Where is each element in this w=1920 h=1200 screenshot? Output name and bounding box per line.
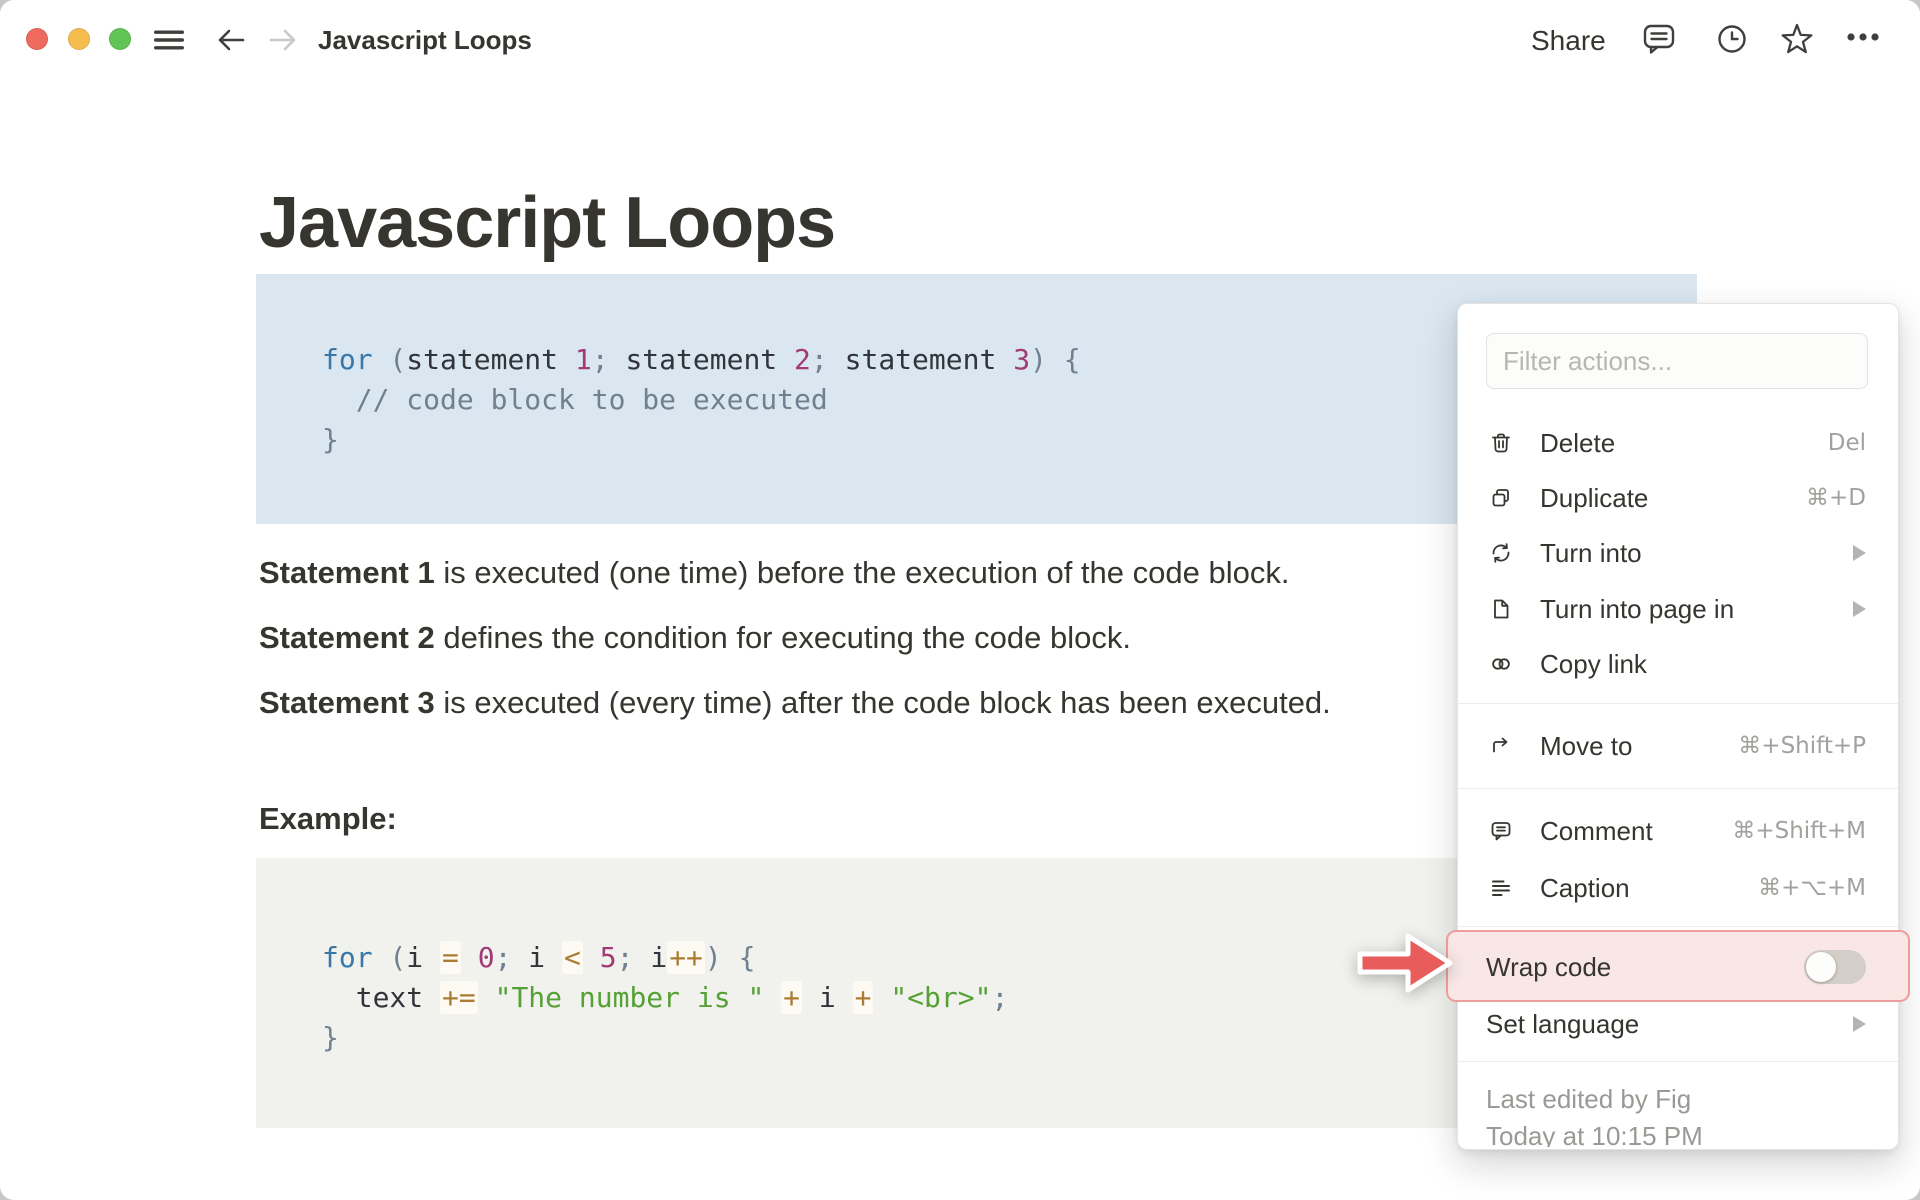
menu-item-label: Caption [1540,872,1630,903]
submenu-arrow-icon [1853,545,1866,561]
move-to-icon [1488,733,1514,759]
comment-bubble-icon[interactable] [1641,21,1677,57]
menu-separator [1458,703,1898,704]
paragraph-statement-3: Statement 3 is executed (every time) aft… [259,684,1331,722]
submenu-arrow-icon [1853,1016,1866,1032]
last-edited-time: Today at 10:15 PM [1486,1121,1703,1147]
close-button[interactable] [26,28,48,50]
paragraph-statement-1: Statement 1 is executed (one time) befor… [259,554,1289,592]
page-icon [1488,596,1514,622]
paragraph-rest: is executed (every time) after the code … [434,685,1331,720]
comment-icon [1488,818,1514,844]
menu-item-copy-link[interactable]: Copy link [1458,642,1898,686]
menu-item-move-to[interactable]: Move to ⌘+Shift+P [1458,724,1898,768]
window-title: Javascript Loops [318,25,532,55]
menu-item-label: Duplicate [1540,482,1649,513]
forward-icon[interactable] [266,23,300,57]
menu-item-comment[interactable]: Comment ⌘+Shift+M [1458,809,1898,853]
app-window: Javascript Loops Share Javascript Loops … [0,0,1920,1200]
menu-item-turn-into[interactable]: Turn into [1458,531,1898,575]
back-icon[interactable] [214,23,248,57]
last-edited-time-wrap: Today at 10:15 PM [1486,1120,1703,1147]
minimize-button[interactable] [68,28,90,50]
wrap-code-toggle[interactable] [1804,950,1866,984]
menu-separator [1458,1061,1898,1062]
toggle-knob [1806,952,1836,982]
menu-item-shortcut: ⌘+D [1806,485,1866,511]
paragraph-lead: Statement 3 [259,685,435,720]
paragraph-rest: is executed (one time) before the execut… [434,555,1290,590]
trash-icon [1488,430,1514,456]
history-clock-icon[interactable] [1716,23,1748,55]
menu-item-label: Wrap code [1486,951,1612,982]
menu-item-caption[interactable]: Caption ⌘+⌥+M [1458,866,1898,910]
titlebar: Javascript Loops Share [0,0,1920,80]
page-title: Javascript Loops [259,183,836,264]
copy-link-icon [1488,651,1514,677]
paragraph-rest: defines the condition for executing the … [434,620,1131,655]
paragraph-lead: Statement 1 [259,555,435,590]
menu-item-label: Set language [1486,1008,1640,1039]
menu-item-label: Comment [1540,815,1653,846]
menu-item-label: Move to [1540,730,1633,761]
menu-item-shortcut: ⌘+Shift+M [1732,818,1866,844]
menu-item-label: Delete [1540,427,1616,458]
caption-icon [1488,875,1514,901]
hamburger-icon[interactable] [152,24,186,56]
context-menu: Delete Del Duplicate ⌘+D Turn into [1446,303,1910,1150]
menu-separator [1458,926,1898,927]
duplicate-icon [1488,485,1514,511]
menu-item-shortcut: Del [1827,430,1866,456]
menu-item-label: Turn into page in [1540,593,1735,624]
menu-item-label: Turn into [1540,537,1642,568]
zoom-button[interactable] [109,28,131,50]
paragraph-lead: Statement 2 [259,620,435,655]
more-ellipsis-icon[interactable] [1845,30,1881,44]
menu-item-label: Copy link [1540,648,1647,679]
filter-actions-input[interactable] [1486,333,1868,389]
submenu-arrow-icon [1853,601,1866,617]
paragraph-statement-2: Statement 2 defines the condition for ex… [259,619,1131,657]
menu-item-set-language[interactable]: Set language [1458,1002,1898,1046]
star-icon[interactable] [1778,20,1816,58]
menu-item-turn-into-page-in[interactable]: Turn into page in [1458,587,1898,631]
menu-item-wrap-code[interactable]: Wrap code [1458,945,1898,989]
menu-item-delete[interactable]: Delete Del [1458,421,1898,465]
menu-separator [1458,788,1898,789]
last-edited-by: Last edited by Fig [1486,1084,1692,1114]
turn-into-icon [1488,540,1514,566]
menu-item-shortcut: ⌘+Shift+P [1738,733,1866,759]
menu-item-shortcut: ⌘+⌥+M [1758,875,1866,901]
menu-item-duplicate[interactable]: Duplicate ⌘+D [1458,476,1898,520]
example-label: Example: [259,801,397,836]
share-button[interactable]: Share [1531,24,1606,58]
annotation-arrow-icon [1357,933,1453,993]
